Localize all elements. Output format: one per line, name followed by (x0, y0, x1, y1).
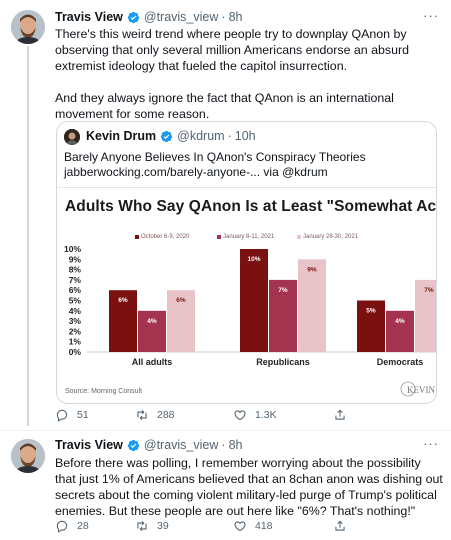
tweet-text: There's this weird trend where people tr… (55, 27, 410, 121)
reply-count: 28 (77, 520, 89, 532)
separator-dot: · (227, 129, 232, 143)
x-tick-label: Republicans (256, 357, 310, 367)
y-tick-label: 8% (69, 265, 82, 275)
retweet-button[interactable]: 288 (135, 408, 233, 422)
data-label: 7% (278, 287, 288, 294)
chart-watermark: KEVIN (407, 385, 435, 395)
avatar-image (11, 10, 45, 44)
tweet-header: Travis View @travis_view · 8h (55, 438, 242, 452)
author-name[interactable]: Travis View (55, 438, 123, 452)
x-tick-label: All adults (132, 357, 173, 367)
share-button[interactable] (333, 408, 355, 422)
retweet-count: 288 (157, 409, 175, 421)
like-count: 1.3K (255, 409, 277, 421)
tweet-text: Before there was polling, I remember wor… (55, 456, 443, 518)
y-tick-label: 9% (69, 254, 82, 264)
reply-icon (56, 520, 68, 533)
bar (240, 249, 268, 352)
x-tick-label: Democrats (377, 357, 424, 367)
quoted-link[interactable]: jabberwocking.com/barely-anyone-... via … (64, 165, 434, 180)
verified-badge-icon (127, 11, 140, 23)
retweet-button[interactable]: 39 (135, 519, 233, 533)
tweet-1[interactable]: Travis View @travis_view · 8h ··· There'… (0, 0, 451, 430)
y-tick-label: 2% (69, 326, 82, 336)
like-icon (234, 521, 246, 532)
like-icon (234, 410, 246, 421)
share-button[interactable] (333, 519, 355, 533)
reply-button[interactable]: 28 (55, 519, 135, 533)
y-tick-label: 5% (69, 296, 82, 306)
verified-badge-icon (127, 439, 140, 451)
retweet-icon (137, 409, 147, 421)
tweet-header: Travis View @travis_view · 8h (55, 10, 242, 24)
data-label: 7% (424, 287, 434, 294)
chart-source: Source: Morning Consult (65, 388, 142, 395)
quoted-tweet[interactable]: Kevin Drum @kdrum · 10h Barely Anyone Be… (56, 121, 437, 404)
like-count: 418 (255, 520, 273, 532)
tweet-actions: 28 39 418 (55, 519, 355, 533)
data-label: 9% (307, 266, 317, 273)
quoted-text: Barely Anyone Believes In QAnon's Conspi… (64, 150, 434, 180)
quoted-avatar-image (64, 129, 80, 145)
data-label: 10% (247, 256, 260, 263)
y-tick-label: 3% (69, 316, 82, 326)
more-icon[interactable]: ··· (423, 436, 439, 451)
like-button[interactable]: 418 (233, 519, 333, 533)
author-handle[interactable]: @travis_view (144, 10, 219, 24)
like-button[interactable]: 1.3K (233, 408, 333, 422)
retweet-icon (137, 520, 147, 532)
reply-icon (56, 409, 68, 422)
y-tick-label: 6% (69, 285, 82, 295)
avatar[interactable] (11, 10, 45, 44)
author-name[interactable]: Travis View (55, 10, 123, 24)
reply-button[interactable]: 51 (55, 408, 135, 422)
data-label: 6% (118, 297, 128, 304)
y-tick-label: 1% (69, 337, 82, 347)
share-icon (335, 409, 345, 420)
quoted-author-handle[interactable]: @kdrum (177, 129, 224, 143)
reply-count: 51 (77, 409, 89, 421)
data-label: 5% (366, 308, 376, 315)
y-tick-label: 10% (64, 244, 81, 254)
chart-plot: 10%9%8%7%6%5%4%3%2%1%0%6%4%6%All adults1… (64, 244, 436, 397)
data-label: 6% (176, 297, 186, 304)
tweet-time[interactable]: 8h (229, 438, 243, 452)
avatar[interactable] (11, 439, 45, 473)
avatar-image (11, 439, 45, 473)
verified-badge-icon (160, 130, 173, 142)
quoted-author-name[interactable]: Kevin Drum (86, 129, 156, 143)
tweet-actions: 51 288 1.3K (55, 408, 355, 422)
quoted-text-line-1: Barely Anyone Believes In QAnon's Conspi… (64, 150, 366, 164)
separator-dot: · (221, 438, 226, 452)
author-handle[interactable]: @travis_view (144, 438, 219, 452)
data-label: 4% (147, 318, 157, 325)
retweet-count: 39 (157, 520, 169, 532)
tweet-time[interactable]: 8h (229, 10, 243, 24)
quoted-header: Kevin Drum @kdrum · 10h (86, 129, 256, 143)
quoted-avatar[interactable] (64, 129, 80, 145)
y-tick-label: 4% (69, 306, 82, 316)
separator-dot: · (221, 10, 226, 24)
more-icon[interactable]: ··· (423, 8, 439, 23)
chart-image[interactable]: Adults Who Say QAnon Is at Least "Somewh… (57, 187, 436, 403)
tweet-2[interactable]: Travis View @travis_view · 8h ··· Before… (0, 431, 451, 540)
quoted-tweet-time[interactable]: 10h (235, 129, 256, 143)
share-icon (335, 520, 345, 531)
y-tick-label: 7% (69, 275, 82, 285)
data-label: 4% (395, 318, 405, 325)
y-tick-label: 0% (69, 347, 82, 357)
